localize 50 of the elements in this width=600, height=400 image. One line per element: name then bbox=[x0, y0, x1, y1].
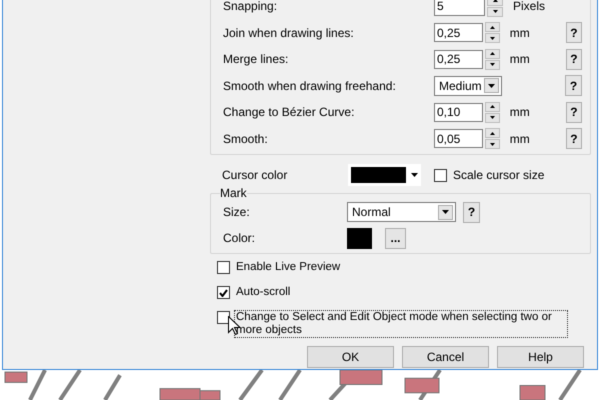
unit-label: mm bbox=[510, 132, 531, 146]
setting-label: Snapping: bbox=[223, 0, 278, 14]
browse-button[interactable]: ... bbox=[385, 228, 406, 248]
number-field[interactable]: 0,25 bbox=[434, 50, 483, 69]
checkbox-label: Auto-scroll bbox=[235, 285, 292, 300]
checkbox-label: Enable Live Preview bbox=[235, 260, 342, 275]
dropdown[interactable]: Normal bbox=[347, 202, 456, 222]
spinner[interactable] bbox=[484, 102, 500, 123]
color-swatch[interactable] bbox=[347, 228, 372, 248]
checkmark-icon bbox=[219, 288, 228, 296]
cursor-color-label: Cursor color bbox=[222, 168, 288, 182]
setting-label: Smooth when drawing freehand: bbox=[223, 78, 397, 93]
setting-label: Join when drawing lines: bbox=[223, 26, 355, 40]
help-button[interactable]: ? bbox=[566, 128, 582, 150]
checkbox[interactable] bbox=[217, 261, 230, 274]
dialog-button[interactable]: OK bbox=[307, 346, 394, 368]
group-title: Mark bbox=[220, 187, 247, 199]
dialog-button[interactable]: Help bbox=[497, 346, 584, 368]
number-field[interactable]: 5 bbox=[434, 0, 485, 16]
dialog-button[interactable]: Cancel bbox=[402, 346, 489, 368]
unit-label: Pixels bbox=[513, 0, 546, 14]
caret-icon bbox=[442, 210, 449, 214]
caret-icon bbox=[488, 84, 495, 88]
color-picker[interactable] bbox=[348, 164, 421, 186]
dropdown[interactable]: Medium bbox=[434, 76, 502, 96]
help-button[interactable]: ? bbox=[566, 22, 582, 44]
help-button[interactable]: ? bbox=[566, 102, 582, 123]
help-button[interactable]: ? bbox=[565, 75, 582, 96]
setting-label: Merge lines: bbox=[223, 52, 290, 66]
unit-label: mm bbox=[510, 105, 531, 120]
spinner[interactable] bbox=[484, 22, 500, 44]
help-button[interactable]: ? bbox=[463, 202, 480, 222]
checkbox[interactable] bbox=[434, 168, 447, 182]
help-button[interactable]: ? bbox=[566, 48, 582, 70]
checkbox[interactable] bbox=[217, 311, 230, 324]
number-field[interactable]: 0,05 bbox=[434, 129, 483, 148]
unit-label: mm bbox=[510, 26, 531, 40]
spinner[interactable] bbox=[484, 128, 500, 150]
number-field[interactable]: 0,10 bbox=[434, 102, 483, 122]
color-label: Color: bbox=[223, 231, 256, 245]
setting-label: Smooth: bbox=[223, 132, 269, 146]
setting-label: Change to Bézier Curve: bbox=[223, 105, 356, 120]
spinner[interactable] bbox=[484, 48, 500, 70]
checkbox-label: Scale cursor size bbox=[453, 168, 544, 182]
number-field[interactable]: 0,25 bbox=[434, 23, 483, 42]
unit-label: mm bbox=[510, 52, 531, 66]
checkbox[interactable] bbox=[217, 286, 230, 299]
caret-icon bbox=[411, 173, 418, 177]
spinner[interactable] bbox=[487, 0, 503, 17]
size-label: Size: bbox=[223, 205, 251, 219]
